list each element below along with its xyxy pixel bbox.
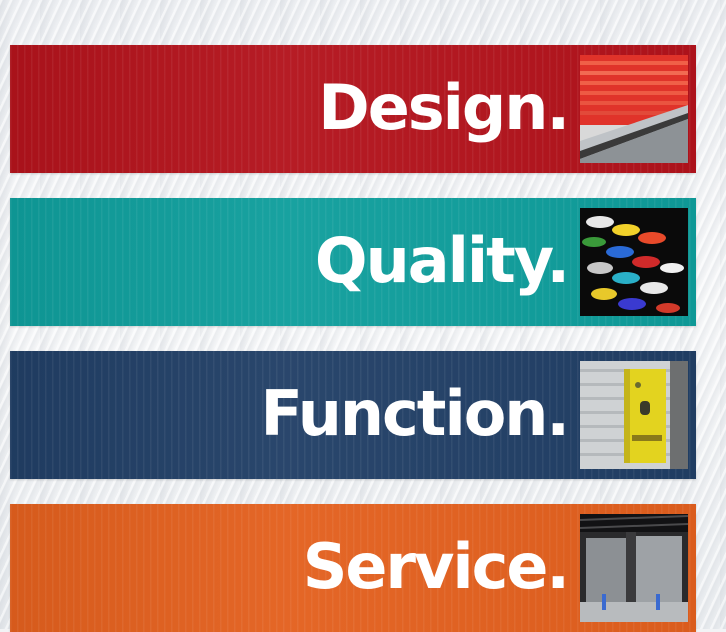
colored-coil-rollers-photo (580, 208, 688, 316)
design-banner: Design. (10, 45, 696, 173)
function-label: Function. (260, 376, 570, 450)
service-label: Service. (302, 529, 570, 603)
warehouse-doors-photo (580, 514, 688, 622)
function-banner: Function. (10, 351, 696, 479)
service-banner: Service. (10, 504, 696, 632)
yellow-control-box-photo (580, 361, 688, 469)
design-label: Design. (318, 70, 570, 144)
quality-banner: Quality. (10, 198, 696, 326)
quality-label: Quality. (314, 223, 570, 297)
red-roller-door-photo (580, 55, 688, 163)
